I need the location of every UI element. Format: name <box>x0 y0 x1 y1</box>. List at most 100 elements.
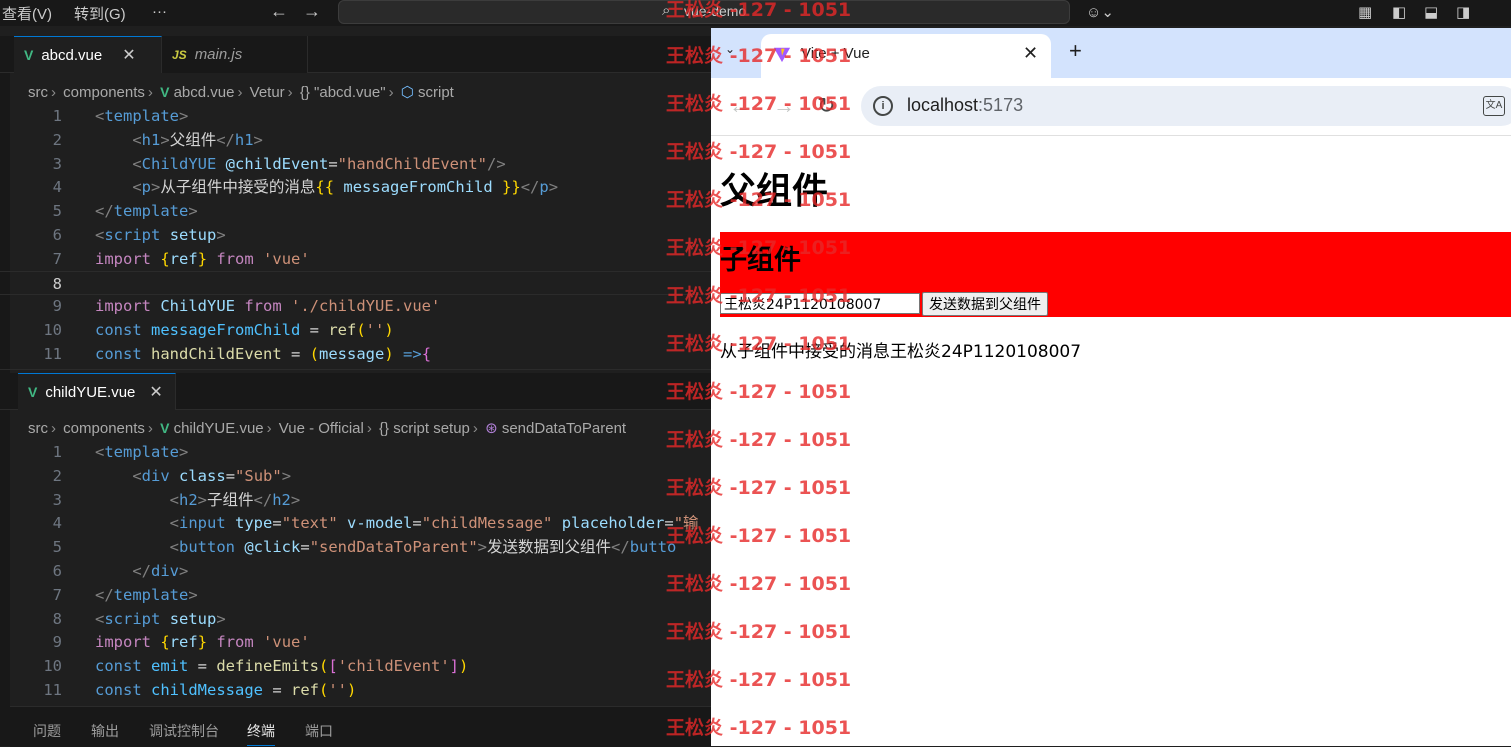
code-token: messageFromChild <box>343 178 493 197</box>
code-line[interactable]: 4 <input type="text" v-model="childMessa… <box>0 511 711 535</box>
code-line[interactable]: 5 </template> <box>0 199 711 223</box>
code-text: const handChildEvent = (message) =>{ <box>95 342 431 366</box>
code-line[interactable]: 8 <script setup> <box>0 607 711 631</box>
code-line[interactable]: 4 <p>从子组件中接受的消息{{ messageFromChild }}</p… <box>0 175 711 199</box>
breadcrumb-item[interactable]: src <box>28 84 48 101</box>
code-token: > <box>253 130 263 149</box>
arrow-left-icon[interactable]: ← <box>270 1 288 22</box>
site-info-icon[interactable]: i <box>873 96 893 116</box>
tab-main-js[interactable]: JS main.js <box>162 36 308 73</box>
code-editor-bottom[interactable]: 1 <template> 2 <div class="Sub"> 3 <h2>子组件<… <box>0 440 711 704</box>
line-number: 2 <box>52 466 62 485</box>
breadcrumb-item[interactable]: script <box>418 84 454 101</box>
address-bar[interactable]: i localhost:5173 文A <box>861 86 1511 126</box>
vscode-window: V abcd.vue ✕ JS main.js src › components ›… <box>0 0 711 747</box>
chevron-right-icon: › <box>366 420 372 437</box>
code-token: class <box>179 466 226 485</box>
reload-icon[interactable]: ↻ <box>817 93 835 119</box>
close-icon[interactable]: ✕ <box>149 382 162 402</box>
code-text: </template> <box>95 583 198 607</box>
code-line[interactable]: 6 <script setup> <box>0 223 711 247</box>
panel-tab-problems[interactable]: 问题 <box>33 721 61 741</box>
browser-tab[interactable]: Vite + Vue ✕ <box>761 34 1051 78</box>
code-token: = <box>300 538 310 557</box>
code-line[interactable]: 2 <h1>父组件</h1> <box>0 128 711 152</box>
code-line[interactable]: 3 <ChildYUE @childEvent="handChildEvent"… <box>0 152 711 176</box>
code-line[interactable]: 10 const messageFromChild = ref('') <box>0 318 711 342</box>
tab-abcd-vue[interactable]: V abcd.vue ✕ <box>14 36 162 73</box>
code-line[interactable]: 6 </div> <box>0 559 711 583</box>
panel-tab-debug-console[interactable]: 调试控制台 <box>149 721 219 741</box>
child-message-input[interactable] <box>720 293 920 314</box>
panel-tab-output[interactable]: 输出 <box>91 721 119 741</box>
line-number: 8 <box>52 609 62 628</box>
vue-file-icon: V <box>28 384 38 400</box>
code-token: '' <box>365 321 385 340</box>
copilot-icon[interactable]: ☺⌄ <box>1086 3 1114 21</box>
code-line[interactable]: 2 <div class="Sub"> <box>0 464 711 488</box>
line-number: 7 <box>52 585 62 604</box>
breadcrumb-item[interactable]: src <box>28 420 48 437</box>
toggle-sidebar-icon[interactable]: ◧ <box>1392 3 1406 21</box>
code-token: from <box>244 297 282 316</box>
code-token: < <box>132 466 142 485</box>
toggle-secondary-sidebar-icon[interactable]: ◨ <box>1456 3 1470 21</box>
breadcrumb-item[interactable]: childYUE.vue <box>174 420 264 437</box>
code-line[interactable]: 11 const handChildEvent = (message) =>{ <box>0 342 711 366</box>
code-line[interactable]: 8 <box>0 270 711 295</box>
code-token: = <box>225 466 236 485</box>
code-token: @click <box>244 538 301 557</box>
breadcrumb-item[interactable]: components <box>63 84 145 101</box>
code-line[interactable]: 5 <button @click="sendDataToParent">发送数据… <box>0 535 711 559</box>
code-token: < <box>132 178 142 197</box>
code-token: const <box>95 681 142 699</box>
panel-tab-terminal[interactable]: 终端 <box>247 721 275 746</box>
breadcrumb-item[interactable]: {} script setup <box>379 420 470 437</box>
breadcrumb-item[interactable]: sendDataToParent <box>502 420 626 437</box>
close-icon[interactable]: ✕ <box>1023 43 1038 64</box>
code-line[interactable]: 1 <template> <box>0 440 711 464</box>
arrow-right-icon[interactable]: → <box>303 1 321 22</box>
code-line[interactable]: 9 import ChildYUE from './childYUE.vue' <box>0 294 711 318</box>
code-line[interactable]: 7 </template> <box>0 583 711 607</box>
translate-icon[interactable]: 文A <box>1483 96 1505 116</box>
breadcrumb-item[interactable]: Vue - Official <box>279 420 364 437</box>
code-token: ( <box>319 657 329 676</box>
breadcrumb-item[interactable]: Vetur <box>250 84 285 101</box>
code-line[interactable]: 1 <template> <box>0 104 711 128</box>
menu-view[interactable]: 查看(V) <box>2 3 52 24</box>
line-number: 4 <box>52 178 62 197</box>
new-tab-icon[interactable]: + <box>1069 38 1082 64</box>
code-editor-top[interactable]: 1 <template> 2 <h1>父组件</h1> 3 <ChildYUE @ch… <box>0 104 711 369</box>
code-line[interactable]: 11 const childMessage = ref('') <box>0 678 711 702</box>
breadcrumb-item[interactable]: components <box>63 420 145 437</box>
code-line[interactable]: 7 import {ref} from 'vue' <box>0 247 711 271</box>
chevron-down-icon[interactable]: ⌄ <box>725 42 735 56</box>
send-to-parent-button[interactable]: 发送数据到父组件 <box>922 292 1048 316</box>
editor-splitter[interactable] <box>0 369 711 370</box>
menu-more[interactable]: ··· <box>152 3 167 20</box>
vue-file-icon: V <box>160 420 170 436</box>
cube-icon: ⬡ <box>400 84 414 101</box>
panel-tab-ports[interactable]: 端口 <box>305 721 333 741</box>
code-token: placeholder <box>561 514 665 533</box>
code-line[interactable]: 9 import {ref} from 'vue' <box>0 630 711 654</box>
code-token: const <box>95 657 142 676</box>
code-line[interactable]: 3 <h2>子组件</h2> <box>0 488 711 512</box>
breadcrumb-item[interactable]: abcd.vue <box>174 84 235 101</box>
back-icon[interactable]: ← <box>729 93 751 119</box>
code-token: 从子组件中接受的消息 <box>160 178 316 197</box>
tab-childyue-vue[interactable]: V childYUE.vue ✕ <box>18 373 176 410</box>
toggle-panel-icon[interactable]: ⬓ <box>1424 3 1438 21</box>
menu-goto[interactable]: 转到(G) <box>74 3 126 24</box>
breadcrumb-item[interactable]: {} "abcd.vue" <box>300 84 386 101</box>
address-url[interactable]: localhost:5173 <box>907 95 1023 116</box>
layout-icon[interactable]: ▦ <box>1358 3 1372 21</box>
close-icon[interactable]: ✕ <box>122 45 135 65</box>
code-line[interactable]: 10 const emit = defineEmits(['childEvent'… <box>0 654 711 678</box>
forward-icon[interactable]: → <box>773 93 795 119</box>
